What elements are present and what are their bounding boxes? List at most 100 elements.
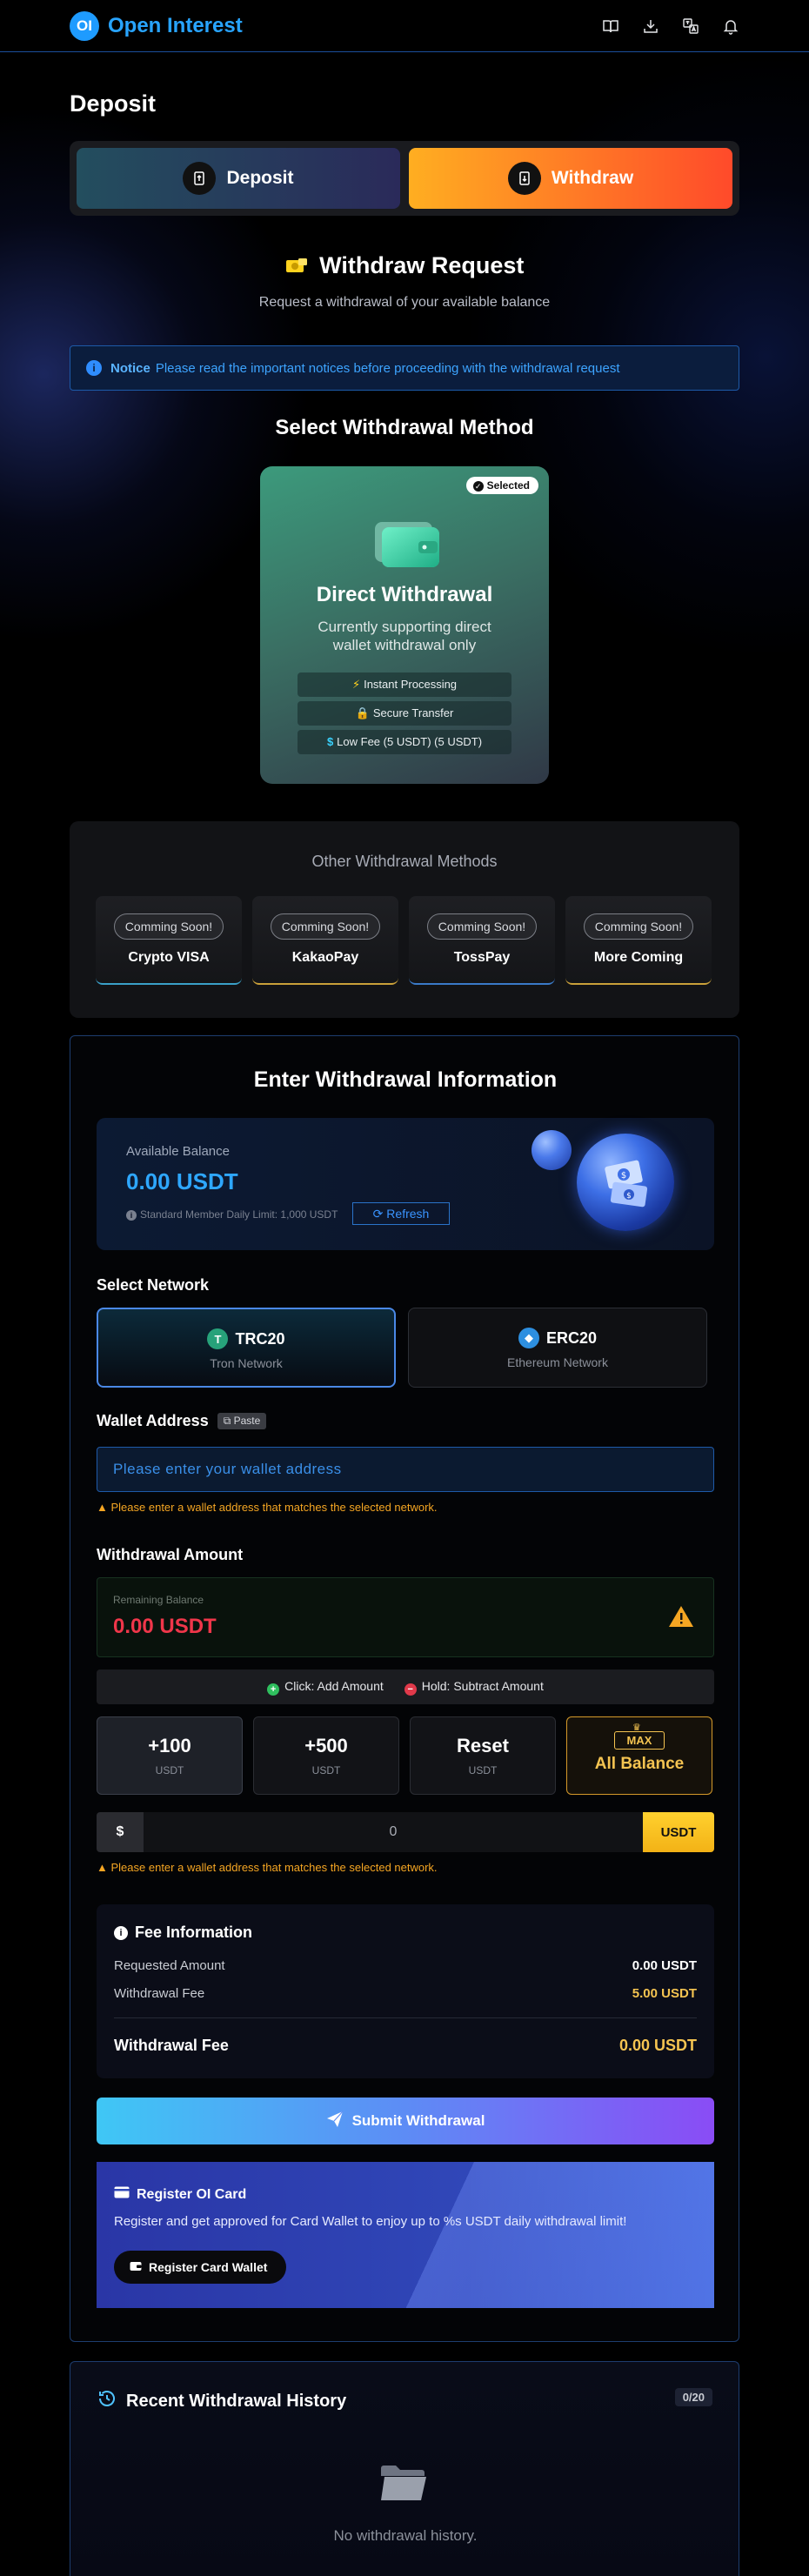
fee-row-requested: Requested Amount 0.00 USDT [114,1958,697,1973]
money-orb-icon: $ $ [577,1134,674,1231]
fee-row-value: 0.00 USDT [632,1958,697,1973]
amount-unit: USDT [155,1764,184,1776]
download-icon[interactable] [642,17,659,35]
wallet-address-input[interactable] [97,1447,714,1492]
max-all-balance-button[interactable]: ♛ MAX All Balance [566,1716,712,1795]
max-tag-text: MAX [626,1734,652,1747]
lightning-icon: ⚡ [351,678,361,691]
crown-icon: ♛ [632,1723,641,1733]
send-icon [326,2111,344,2132]
info-icon: i [86,360,102,376]
tab-withdraw[interactable]: Withdraw [409,148,732,209]
selected-badge: ✓ Selected [465,477,538,494]
add-500-button[interactable]: +500 USDT [253,1716,399,1795]
fee-divider [114,2017,697,2018]
book-icon[interactable] [602,17,619,35]
method-crypto-visa[interactable]: Comming Soon! Crypto VISA [96,896,242,985]
network-erc20[interactable]: ◆ ERC20 Ethereum Network [408,1308,707,1388]
method-section-title: Select Withdrawal Method [275,416,534,439]
method-tosspay[interactable]: Comming Soon! TossPay [409,896,555,985]
paste-button[interactable]: ⧉ Paste [217,1413,267,1429]
hint-subtract-text: Hold: Subtract Amount [421,1678,544,1693]
hint-add-text: Click: Add Amount [284,1678,384,1693]
network-trc20[interactable]: T TRC20 Tron Network [97,1308,396,1388]
currency-prefix: $ [97,1812,144,1852]
refresh-button[interactable]: ⟳ Refresh [352,1202,450,1225]
amount-value: Reset [457,1735,509,1756]
app-logo[interactable]: OI [70,10,99,41]
network-name: ERC20 [545,1328,598,1347]
top-navbar: OI Open Interest [0,0,809,52]
wallet-address-heading: Wallet Address ⧉ Paste [97,1412,267,1430]
method-more-coming[interactable]: Comming Soon! More Coming [565,896,712,985]
bell-icon[interactable] [722,17,739,35]
other-methods-panel: Other Withdrawal Methods Comming Soon! C… [70,821,739,1018]
method-name: More Coming [593,950,684,965]
withdraw-request-heading: Withdraw Request [0,252,809,279]
wallet-icon [370,513,443,571]
feature-label: Secure Transfer [372,706,454,719]
wallet-address-label: Wallet Address [97,1412,209,1429]
history-title: Recent Withdrawal History [97,2388,346,2414]
network-sub: Ethereum Network [507,1355,608,1369]
check-icon: ✓ [472,481,484,492]
withdraw-request-title: Withdraw Request [319,252,525,278]
submit-withdrawal-button[interactable]: Submit Withdrawal [97,2098,714,2144]
info-icon: i [126,1210,137,1221]
translate-icon[interactable] [682,17,699,35]
currency-suffix: USDT [643,1812,714,1852]
amount-unit: USDT [468,1764,498,1776]
deposit-icon [183,162,217,195]
direct-withdrawal-card[interactable]: ✓ Selected Direct Withdrawal Currently su… [260,466,549,784]
coming-soon-badge: Comming Soon! [113,913,224,940]
wallet-warning-text: Please enter a wallet address that match… [110,1501,438,1514]
fee-total-value: 0.00 USDT [618,2037,697,2054]
hint-add: + Click: Add Amount [267,1679,384,1696]
direct-withdrawal-title: Direct Withdrawal [316,583,493,606]
network-label: Select Network [97,1276,210,1294]
method-kakaopay[interactable]: Comming Soon! KakaoPay [252,896,398,985]
fee-row-label: Requested Amount [114,1958,225,1973]
paste-label: Paste [233,1415,261,1427]
folder-open-icon [379,2463,428,2503]
app-name[interactable]: Open Interest [108,14,243,38]
daily-limit: i Standard Member Daily Limit: 1,000 USDT [126,1208,338,1221]
refresh-icon: ⟳ [372,1207,384,1221]
minus-icon: − [404,1683,417,1696]
register-card-wallet-button[interactable]: Register Card Wallet [114,2251,287,2284]
withdrawal-form-panel: Enter Withdrawal Information Available B… [70,1035,739,2342]
warning-icon: ▲ [97,1501,108,1514]
network-name: TRC20 [235,1329,285,1348]
promo-text: Register and get approved for Card Walle… [114,2214,627,2229]
coming-soon-badge: Comming Soon! [426,913,538,940]
reset-button[interactable]: Reset USDT [410,1716,556,1795]
notice-label: Notice [110,360,150,376]
tab-deposit[interactable]: Deposit [77,148,400,209]
refresh-label: Refresh [386,1207,430,1221]
method-name: TossPay [453,950,511,965]
add-100-button[interactable]: +100 USDT [97,1716,243,1795]
tron-icon: T [207,1328,229,1349]
amount-input[interactable] [144,1812,643,1852]
fee-title-text: Fee Information [135,1924,253,1941]
wallet-small-icon [130,2260,142,2274]
amount-value: +500 [304,1735,348,1756]
notice-banner[interactable]: i Notice Please read the important notic… [70,345,739,391]
feature-instant: ⚡ Instant Processing [298,672,511,697]
daily-limit-text: Standard Member Daily Limit: 1,000 USDT [140,1208,338,1221]
fee-title: i Fee Information [114,1924,252,1942]
amount-unit: USDT [311,1764,341,1776]
remaining-balance-box: Remaining Balance 0.00 USDT [97,1577,714,1657]
tab-deposit-label: Deposit [226,168,294,188]
amount-input-group: $ USDT [97,1812,714,1852]
deposit-withdraw-tabs: Deposit Withdraw [70,141,739,216]
selected-label: Selected [486,479,530,492]
hint-subtract: − Hold: Subtract Amount [404,1679,544,1696]
amount-label: Withdrawal Amount [97,1546,244,1563]
clipboard-icon: ⧉ [223,1415,231,1427]
register-card-promo: Register OI Card Register and get approv… [97,2162,714,2308]
fee-row-withdrawal-fee: Withdrawal Fee 5.00 USDT [114,1986,697,2001]
dollar-icon: $ [326,735,334,748]
feature-label: Instant Processing [364,678,458,691]
remaining-value: 0.00 USDT [113,1615,217,1638]
